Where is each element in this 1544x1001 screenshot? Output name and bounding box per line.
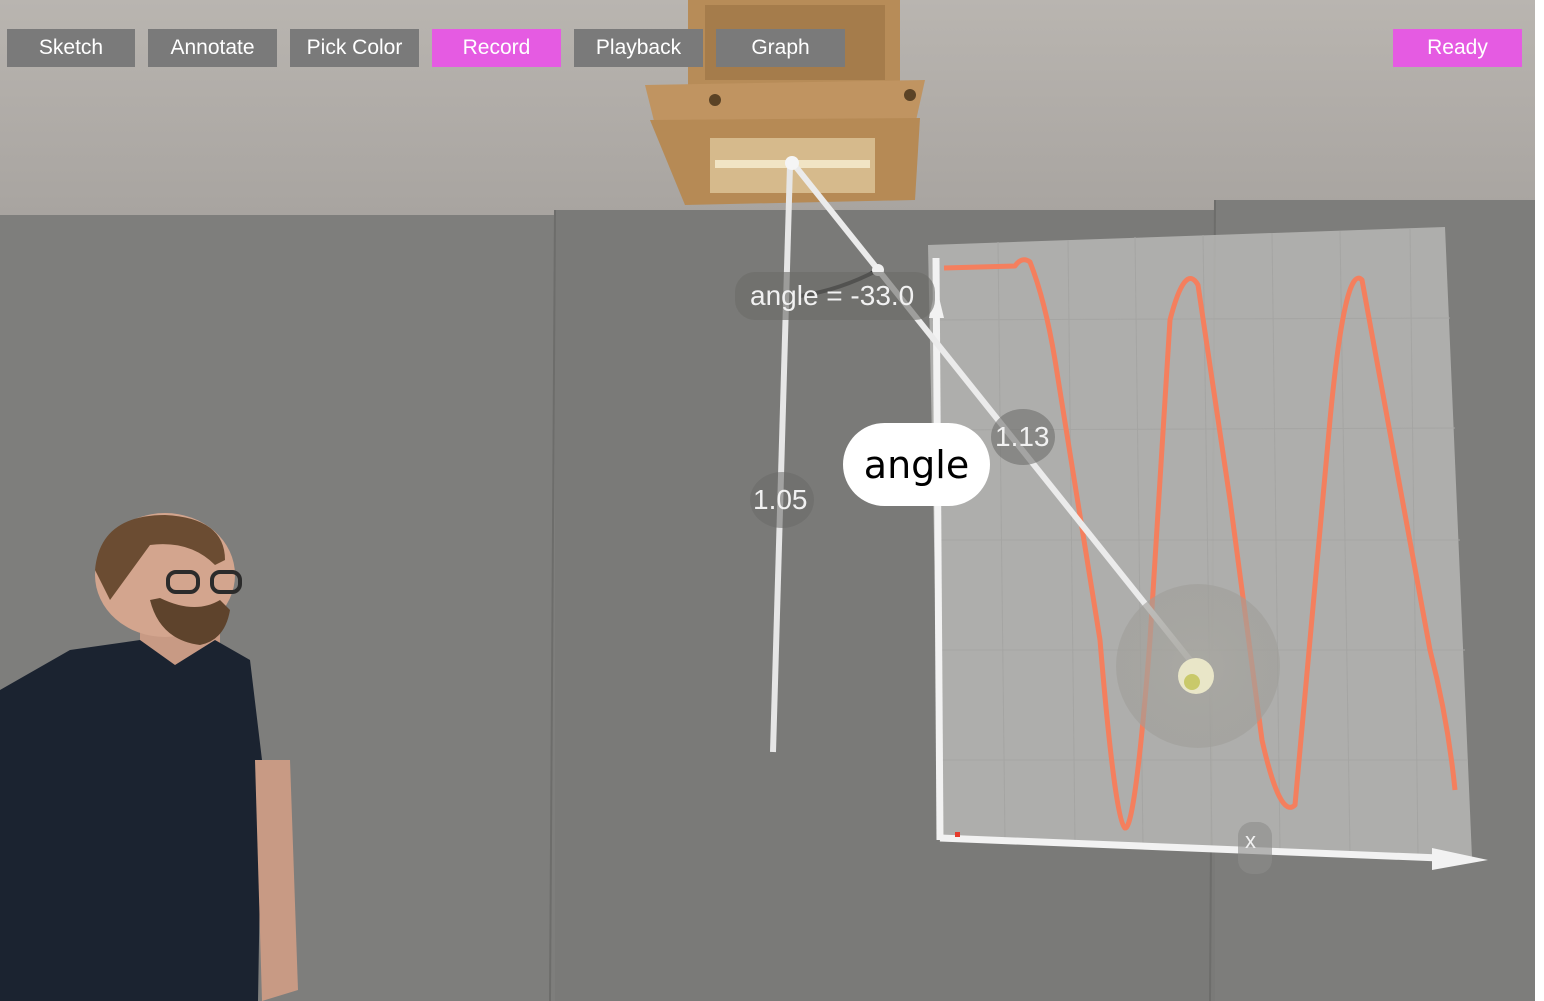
pick-color-button[interactable]: Pick Color <box>290 29 419 67</box>
angle-readout: angle = -33.0 <box>750 280 915 311</box>
pivot-point[interactable] <box>785 156 799 170</box>
x-axis-label: x <box>1245 828 1256 853</box>
status-ready-button[interactable]: Ready <box>1393 29 1522 67</box>
record-button[interactable]: Record <box>432 29 561 67</box>
right-edge <box>1535 0 1544 1001</box>
playback-button[interactable]: Playback <box>574 29 703 67</box>
vertical-length-label: 1.05 <box>753 484 808 515</box>
angle-graph-panel <box>928 227 1488 870</box>
graph-label-bubble[interactable]: angle <box>843 423 990 506</box>
sketch-button[interactable]: Sketch <box>7 29 135 67</box>
annotate-button[interactable]: Annotate <box>148 29 277 67</box>
pendulum-length-label: 1.13 <box>995 421 1050 452</box>
graph-button[interactable]: Graph <box>716 29 845 67</box>
